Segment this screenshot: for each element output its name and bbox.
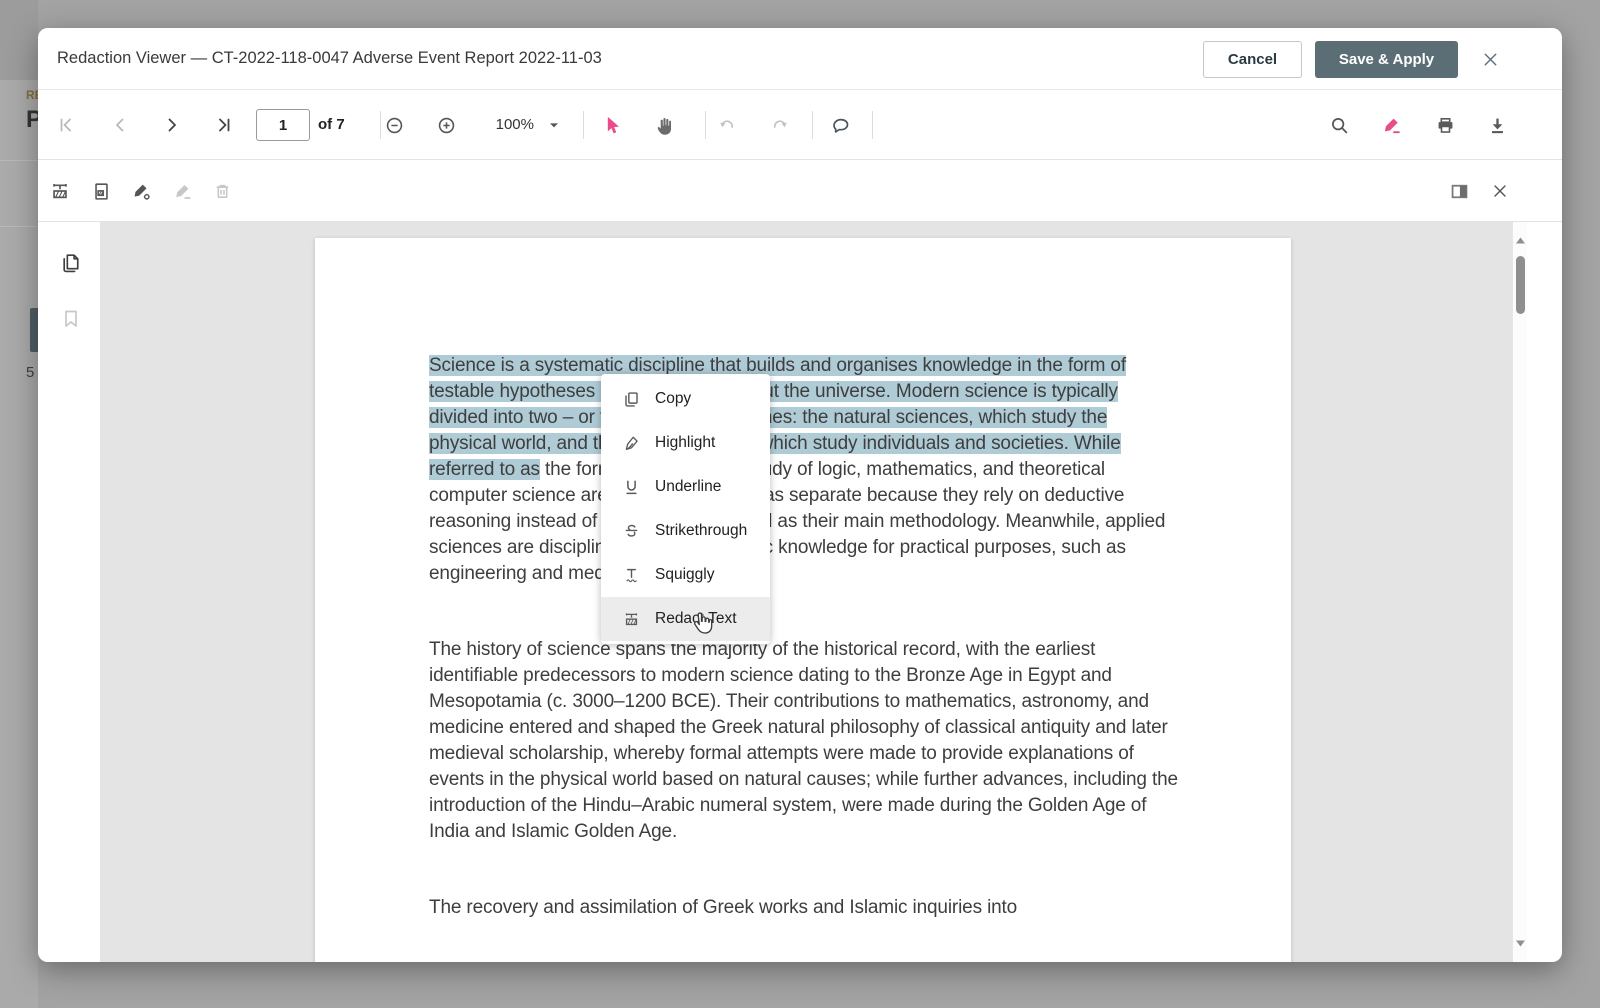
save-apply-button[interactable]: Save & Apply xyxy=(1315,41,1458,78)
toolbar-separator xyxy=(583,111,584,139)
main-toolbar: of 7 100% xyxy=(38,90,1562,160)
redaction-settings-icon[interactable] xyxy=(125,175,157,207)
document-viewer[interactable]: Science is a systematic discipline that … xyxy=(100,222,1512,962)
bookmarks-icon[interactable] xyxy=(58,306,84,332)
toolbar-separator xyxy=(705,111,706,139)
select-tool-icon[interactable] xyxy=(596,109,628,141)
zoom-level-value[interactable]: 100% xyxy=(486,116,534,133)
redact-text-tool-icon[interactable] xyxy=(44,175,76,207)
page-number-input[interactable] xyxy=(256,109,310,141)
comment-icon[interactable] xyxy=(824,109,856,141)
menu-item-redact-text[interactable]: Redact Text xyxy=(601,597,770,641)
menu-item-copy[interactable]: Copy xyxy=(601,377,770,421)
scroll-up-icon[interactable] xyxy=(1515,236,1526,245)
redaction-viewer-modal: Redaction Viewer — CT-2022-118-0047 Adve… xyxy=(38,28,1562,962)
modal-close-button[interactable] xyxy=(1474,43,1506,75)
paragraph-3: The recovery and assimilation of Greek w… xyxy=(429,895,1178,921)
zoom-dropdown-caret-icon[interactable] xyxy=(538,109,570,141)
page-thumbnails-icon[interactable] xyxy=(58,250,84,276)
previous-page-icon[interactable] xyxy=(104,109,136,141)
background-button-fragment xyxy=(30,308,38,352)
scroll-down-icon[interactable] xyxy=(1515,939,1526,948)
menu-item-label: Copy xyxy=(655,390,691,408)
modal-header: Redaction Viewer — CT-2022-118-0047 Adve… xyxy=(38,28,1562,90)
paragraph-1: Science is a systematic discipline that … xyxy=(429,353,1178,587)
redo-icon[interactable] xyxy=(764,109,796,141)
screen: { "modal": { "title": "Redaction Viewer … xyxy=(0,0,1600,1008)
menu-item-label: Squiggly xyxy=(655,566,714,584)
annotation-toolbar xyxy=(38,160,1562,222)
side-rail xyxy=(38,222,100,962)
page-count-label: of 7 xyxy=(318,116,345,133)
menu-item-label: Strikethrough xyxy=(655,522,747,540)
background-number: 5 xyxy=(26,364,34,381)
hand-cursor xyxy=(688,608,715,639)
search-icon[interactable] xyxy=(1323,109,1355,141)
annotation-toolbar-close-icon[interactable] xyxy=(1484,175,1516,207)
viewer-right-margin xyxy=(1527,222,1562,962)
annotate-icon[interactable] xyxy=(1375,109,1407,141)
menu-item-label: Highlight xyxy=(655,434,715,452)
zoom-in-icon[interactable] xyxy=(430,109,462,141)
background-divider xyxy=(0,226,38,227)
first-page-icon[interactable] xyxy=(50,109,82,141)
scrollbar-thumb[interactable] xyxy=(1516,256,1525,314)
menu-item-underline[interactable]: Underline xyxy=(601,465,770,509)
delete-annotation-icon[interactable] xyxy=(206,175,238,207)
cancel-button[interactable]: Cancel xyxy=(1203,41,1302,78)
panel-toggle-icon[interactable] xyxy=(1443,175,1475,207)
download-icon[interactable] xyxy=(1481,109,1513,141)
undo-icon[interactable] xyxy=(711,109,743,141)
toolbar-separator xyxy=(812,111,813,139)
background-toolbar-edge xyxy=(0,0,38,80)
vertical-scrollbar[interactable] xyxy=(1512,222,1527,962)
last-page-icon[interactable] xyxy=(208,109,240,141)
background-divider xyxy=(0,160,38,161)
menu-item-label: Underline xyxy=(655,478,721,496)
background-page-edge: RE P 5 xyxy=(0,0,38,1008)
paragraph-2: The history of science spans the majorit… xyxy=(429,637,1178,845)
print-icon[interactable] xyxy=(1429,109,1461,141)
redact-page-tool-icon[interactable] xyxy=(85,175,117,207)
hand-tool-icon[interactable] xyxy=(648,109,680,141)
document-page: Science is a systematic discipline that … xyxy=(315,238,1291,962)
viewer-body: Science is a systematic discipline that … xyxy=(38,222,1562,962)
menu-item-strikethrough[interactable]: Strikethrough xyxy=(601,509,770,553)
next-page-icon[interactable] xyxy=(156,109,188,141)
paragraph-1-rest: the formal sciences, the study of logic,… xyxy=(429,459,1165,584)
zoom-out-icon[interactable] xyxy=(378,109,410,141)
modal-title: Redaction Viewer — CT-2022-118-0047 Adve… xyxy=(57,49,602,68)
menu-item-highlight[interactable]: Highlight xyxy=(601,421,770,465)
draw-tool-icon[interactable] xyxy=(166,175,198,207)
menu-item-squiggly[interactable]: Squiggly xyxy=(601,553,770,597)
text-context-menu: Copy Highlight Underline Strikethrough S… xyxy=(601,374,770,644)
toolbar-separator xyxy=(872,111,873,139)
